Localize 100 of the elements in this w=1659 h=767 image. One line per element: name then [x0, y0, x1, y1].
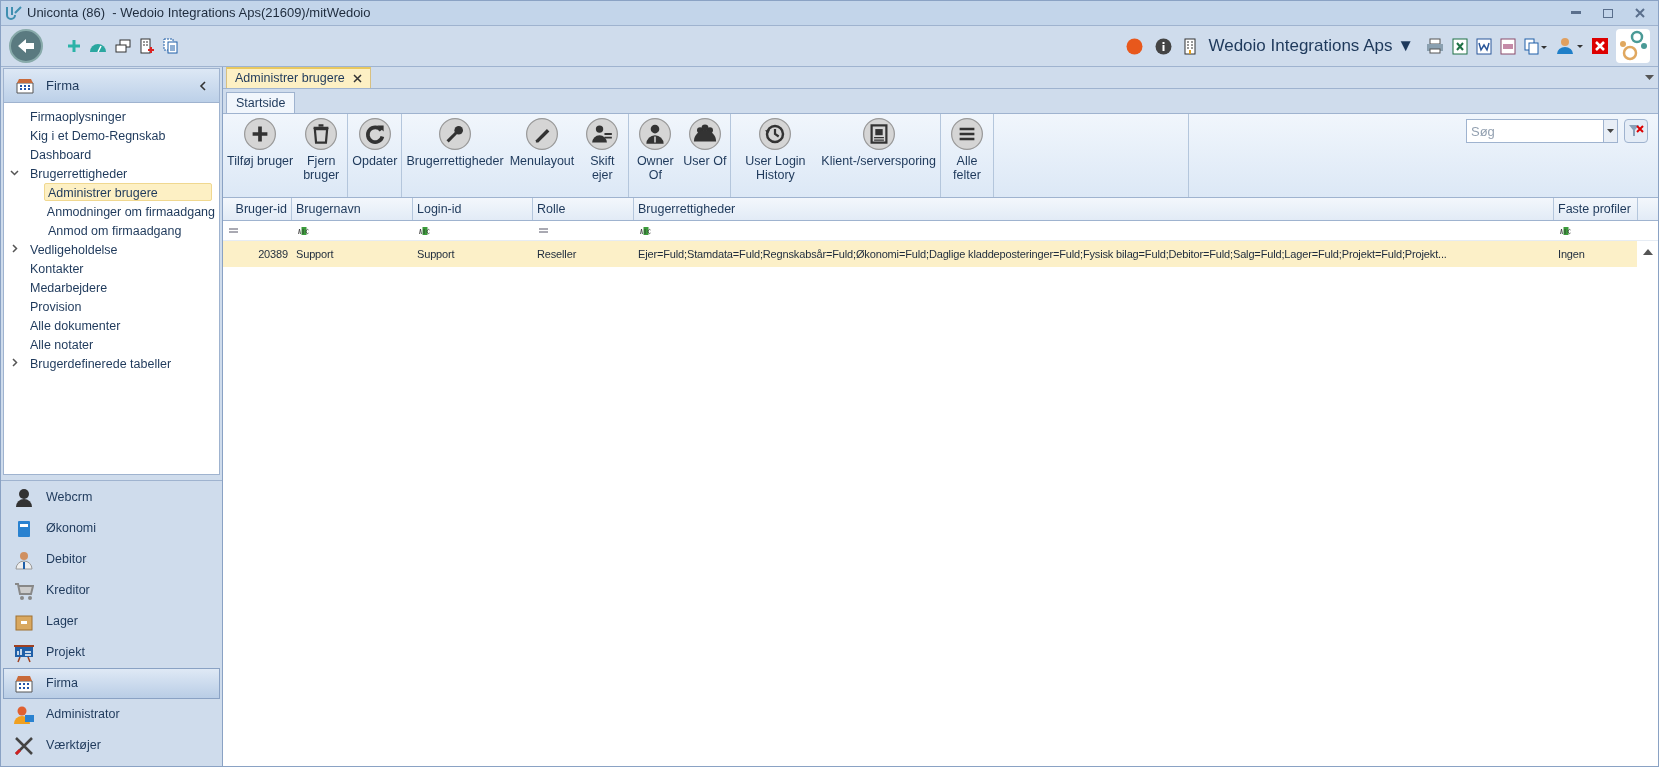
text-filter-icon[interactable] — [1560, 226, 1572, 235]
text-filter-icon[interactable] — [640, 226, 652, 235]
text-filter-icon[interactable] — [298, 226, 310, 235]
module-nav-item[interactable]: Administrator — [3, 699, 220, 730]
tree-item[interactable]: Administrer brugere — [44, 182, 212, 201]
filter-clear-icon — [1628, 123, 1644, 139]
column-header[interactable]: Rolle — [533, 198, 634, 220]
word-icon[interactable] — [1476, 37, 1492, 55]
tree-item[interactable]: Medarbejdere — [26, 277, 112, 296]
ribbon-button[interactable]: Fjern bruger — [296, 114, 347, 197]
module-nav-item[interactable]: Økonomi — [3, 513, 220, 544]
print-icon[interactable] — [1426, 38, 1444, 54]
collapse-icon[interactable] — [199, 80, 207, 91]
person-icon — [14, 549, 34, 570]
column-header[interactable]: Brugernavn — [292, 198, 413, 220]
module-nav-item[interactable]: Kreditor — [3, 575, 220, 606]
ribbon-button[interactable]: Skift ejer — [577, 114, 628, 197]
presentation-board-icon — [14, 642, 34, 663]
building-icon[interactable] — [1184, 37, 1197, 55]
module-nav-item[interactable]: Værktøjer — [3, 730, 220, 761]
csv-icon[interactable] — [1500, 37, 1516, 55]
tree-item[interactable]: Anmod om firmaadgang — [44, 220, 186, 239]
pencil-icon — [526, 118, 558, 150]
ribbon-tab[interactable]: Startside — [226, 92, 296, 113]
table-cell-text: Reseller — [536, 246, 578, 262]
ribbon-button[interactable]: Opdater — [349, 114, 401, 197]
company-selector[interactable]: Wedoio Integrations Aps ▼ — [1208, 33, 1414, 59]
table-cell-text: 20389 — [257, 246, 289, 262]
ribbon-button[interactable]: Klient-/serversporing — [818, 114, 939, 197]
window-title: Uniconta (86) - Wedoio Integrations Aps(21609)/mitWedoio — [27, 4, 371, 23]
document-tab[interactable]: Administrer brugere — [226, 67, 371, 88]
table-cell-text: Ejer=Fuld;Stamdata=Fuld;Regnskabsår=Fuld;Økonomi=Fuld;Daglige kladdeposteringer=Fuld;Fysisk bilag=Fuld;Debitor=Fuld;Salg=Fuld;Lager=Fuld;Projekt=Fuld;Projekt... — [637, 246, 1448, 262]
module-nav-item[interactable]: Firma — [3, 668, 220, 699]
admin-person-icon — [14, 704, 34, 725]
person-swap-icon — [586, 118, 619, 150]
column-header[interactable]: Brugerrettigheder — [634, 198, 1554, 220]
excel-icon[interactable] — [1452, 37, 1468, 55]
windows-icon[interactable] — [115, 39, 131, 53]
column-header[interactable]: Login-id — [413, 198, 533, 220]
tree-item[interactable]: Alle dokumenter — [26, 315, 125, 334]
info-icon[interactable] — [1155, 37, 1173, 55]
table-row[interactable]: 20389 Support Support Reseller Ejer=Fuld;Stamdata=Fuld;Regnskabsår=Fuld;Økonomi=Fuld;Daglige kladdeposteringer=Fuld;Fysisk bilag=Fuld;Debitor=Fuld;Salg=Fuld;Lager=Fuld;Projekt=Fuld;Projekt... Ingen — [223, 241, 1638, 267]
people-icon — [688, 118, 721, 150]
copy-icon[interactable] — [1524, 37, 1548, 55]
text-filter-icon[interactable] — [419, 226, 431, 235]
company-logo-icon — [1616, 29, 1650, 63]
tools-icon — [14, 735, 34, 756]
user-menu-icon[interactable] — [1556, 37, 1584, 55]
left-arrow-icon — [16, 38, 36, 54]
ribbon-button[interactable]: User Login History — [732, 114, 819, 197]
help-icon[interactable] — [1126, 37, 1144, 55]
ribbon-button[interactable]: Menulayout — [506, 114, 578, 197]
search-field[interactable]: Søg — [1466, 119, 1604, 143]
table-cell-text: Support — [295, 246, 335, 262]
history-icon — [759, 118, 792, 150]
person-icon — [639, 118, 672, 150]
search-dropdown-button[interactable] — [1604, 119, 1618, 143]
tree-item[interactable]: Firmaoplysninger — [26, 106, 130, 125]
tree-item[interactable]: Brugerrettigheder — [26, 163, 132, 182]
collapsed-chevron-icon[interactable] — [10, 244, 19, 253]
lines-icon — [951, 118, 983, 150]
module-nav-item[interactable]: Debitor — [3, 544, 220, 575]
sidebar-header-title: Firma — [46, 76, 81, 95]
table-cell-text: Ingen — [1557, 246, 1586, 262]
module-nav-item[interactable]: Lager — [3, 606, 220, 637]
person-icon — [14, 487, 34, 508]
close-icon[interactable] — [1592, 38, 1608, 54]
module-nav-item[interactable]: Projekt — [3, 637, 220, 668]
column-header[interactable]: Bruger-id — [223, 198, 292, 220]
column-header[interactable]: Faste profiler — [1554, 198, 1638, 220]
tree-item[interactable]: Anmodninger om firmaadgang — [42, 201, 219, 220]
module-nav-item[interactable]: Webcrm — [3, 482, 220, 513]
collapsed-chevron-icon[interactable] — [10, 358, 19, 367]
ribbon-button[interactable]: User Of — [680, 114, 730, 197]
tree-item[interactable]: Alle notater — [26, 334, 98, 353]
ribbon-button[interactable]: Brugerrettigheder — [403, 114, 507, 197]
minimize-icon[interactable] — [1571, 11, 1581, 15]
close-icon[interactable] — [352, 74, 362, 83]
trash-icon — [305, 118, 338, 150]
up-arrow-icon — [1642, 249, 1653, 255]
ribbon-button[interactable]: Alle felter — [942, 114, 992, 197]
documents-icon[interactable] — [163, 38, 179, 54]
building-add-icon[interactable] — [139, 38, 155, 54]
building-icon — [16, 77, 34, 94]
ribbon-button[interactable]: Owner Of — [630, 114, 681, 197]
tree-item[interactable]: Kontakter — [26, 258, 88, 277]
document-icon — [862, 118, 895, 150]
ribbon-button[interactable]: Tilføj bruger — [224, 114, 297, 197]
caret-icon — [1607, 129, 1614, 133]
cart-icon — [14, 580, 34, 601]
tree-item[interactable]: Provision — [26, 296, 86, 315]
maximize-icon[interactable] — [1603, 8, 1613, 18]
tree-item[interactable]: Vedligeholdelse — [26, 239, 122, 258]
tree-item[interactable]: Brugerdefinerede tabeller — [26, 353, 176, 372]
dropdown-icon[interactable] — [1645, 75, 1654, 80]
clear-filter-button[interactable] — [1624, 119, 1648, 143]
expanded-chevron-icon[interactable] — [10, 168, 19, 177]
tree-item[interactable]: Kig i et Demo-Regnskab — [26, 125, 170, 144]
back-button[interactable] — [9, 29, 43, 63]
tree-item[interactable]: Dashboard — [26, 144, 96, 163]
